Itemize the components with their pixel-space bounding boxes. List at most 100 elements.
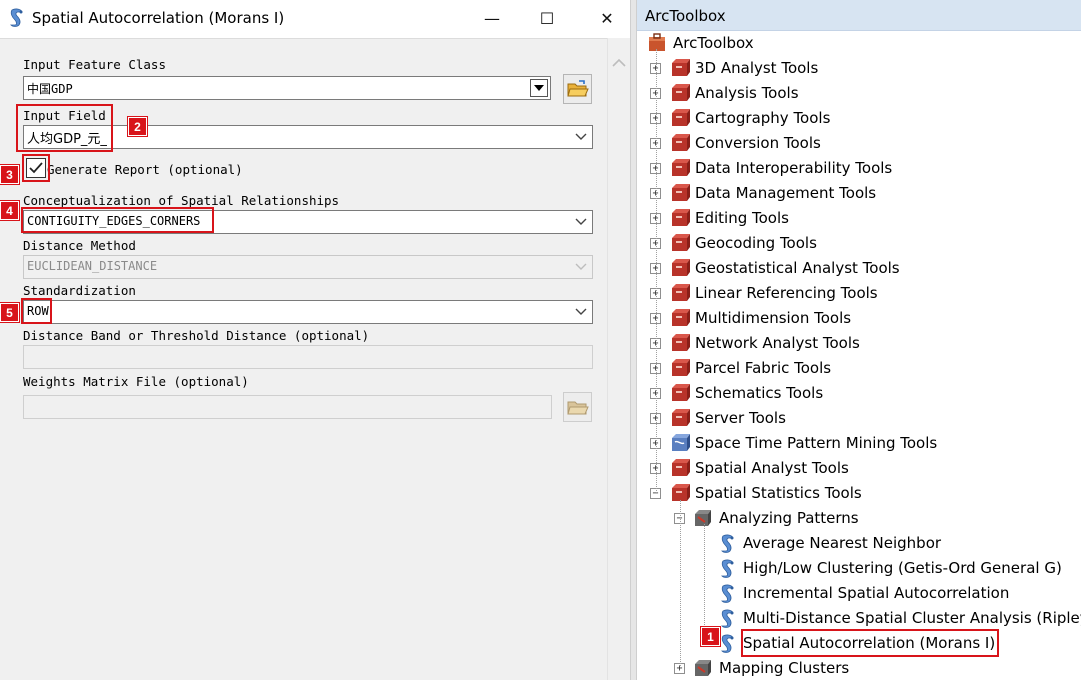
toolset-14-label: Server Tools — [695, 409, 786, 427]
toolset-10-label: Multidimension Tools — [695, 309, 852, 327]
chevron-down-icon[interactable] — [574, 216, 588, 228]
dialog-titlebar[interactable]: Spatial Autocorrelation (Morans I) — ☐ ✕ — [0, 0, 630, 38]
tool-4-label: Spatial Autocorrelation (Morans I) — [743, 634, 996, 652]
subgroup-analyzing-patterns-label: Analyzing Patterns — [719, 509, 859, 527]
conceptualization-combo[interactable]: CONTIGUITY_EDGES_CORNERS — [23, 210, 593, 234]
toolset-9[interactable]: + Linear Referencing Tools — [637, 281, 1081, 305]
toolset-icon — [672, 84, 690, 101]
toolset-icon — [672, 309, 690, 326]
toolset-10[interactable]: + Multidimension Tools — [637, 306, 1081, 330]
annotation-badge-2: 2 — [128, 117, 147, 136]
script-tool-icon — [721, 634, 734, 653]
toolset-icon — [672, 434, 690, 451]
toolset-7[interactable]: + Geocoding Tools — [637, 231, 1081, 255]
tool-dialog: Spatial Autocorrelation (Morans I) — ☐ ✕… — [0, 0, 630, 680]
toolset-11-label: Network Analyst Tools — [695, 334, 860, 352]
chevron-down-icon — [575, 263, 587, 270]
open-folder-icon — [566, 401, 589, 415]
toolset-6[interactable]: + Editing Tools — [637, 206, 1081, 230]
toolset-icon — [672, 184, 690, 201]
toolset-icon — [672, 334, 690, 351]
script-tool-icon — [721, 584, 734, 603]
toolset-icon — [672, 209, 690, 226]
toolset-icon — [672, 384, 690, 401]
toolset-8[interactable]: + Geostatistical Analyst Tools — [637, 256, 1081, 280]
browse-feature-class-button[interactable] — [563, 74, 592, 104]
minimize-icon: — — [484, 8, 500, 28]
toolset-11[interactable]: + Network Analyst Tools — [637, 331, 1081, 355]
maximize-button[interactable]: ☐ — [524, 0, 570, 36]
toolset-icon — [672, 109, 690, 126]
dialog-scrollbar[interactable] — [607, 38, 630, 680]
weights-matrix-input[interactable] — [23, 395, 552, 419]
toolset-4-label: Data Interoperability Tools — [695, 159, 893, 177]
chevron-down-icon[interactable] — [574, 131, 588, 143]
distance-method-value: EUCLIDEAN_DISTANCE — [27, 259, 158, 273]
generate-report-label: Generate Report (optional) — [47, 162, 243, 177]
toolset-13-label: Schematics Tools — [695, 384, 824, 402]
script-tool-icon — [721, 609, 734, 628]
toolset-12[interactable]: + Parcel Fabric Tools — [637, 356, 1081, 380]
pane-splitter[interactable] — [630, 0, 637, 680]
toolset-5-label: Data Management Tools — [695, 184, 877, 202]
distance-method-combo: EUCLIDEAN_DISTANCE — [23, 255, 593, 279]
toolset-icon — [672, 459, 690, 476]
toolset-6-label: Editing Tools — [695, 209, 789, 227]
tool-3-label: Multi-Distance Spatial Cluster Analysis … — [743, 609, 1081, 627]
standardization-combo[interactable]: ROW — [23, 300, 593, 324]
subgroup-mapping-clusters-label: Mapping Clusters — [719, 659, 850, 677]
tree-guide-line — [704, 524, 705, 637]
toolset-4[interactable]: + Data Interoperability Tools — [637, 156, 1081, 180]
browse-weights-matrix-button — [563, 392, 592, 422]
distance-band-label: Distance Band or Threshold Distance (opt… — [23, 328, 370, 343]
standardization-value: ROW — [27, 304, 49, 318]
toolset-16-label: Spatial Analyst Tools — [695, 459, 849, 477]
close-button[interactable]: ✕ — [584, 0, 630, 36]
tree-root-arctoolbox[interactable]: ArcToolbox — [637, 31, 1081, 55]
arctoolbox-panel: ArcToolbox ArcToolbox +3D Analyst Tools + A… — [637, 0, 1081, 680]
close-icon: ✕ — [600, 8, 614, 28]
dialog-title: Spatial Autocorrelation (Morans I) — [32, 9, 285, 27]
distance-band-input[interactable] — [23, 345, 593, 369]
input-feature-class-label: Input Feature Class — [23, 57, 166, 72]
annotation-badge-3: 3 — [0, 165, 19, 184]
toolset-14[interactable]: + Server Tools — [637, 406, 1081, 430]
triangle-down-icon — [534, 84, 544, 91]
toolset-17[interactable]: − Spatial Statistics Tools — [637, 481, 1081, 505]
toolset-17-label: Spatial Statistics Tools — [695, 484, 862, 502]
toolbox-icon — [649, 33, 665, 51]
annotation-badge-1: 1 — [701, 627, 720, 646]
toolset-0[interactable]: +3D Analyst Tools — [637, 56, 1081, 80]
maximize-icon: ☐ — [539, 8, 555, 28]
toolset-15-label: Space Time Pattern Mining Tools — [695, 434, 938, 452]
toolset-13[interactable]: + Schematics Tools — [637, 381, 1081, 405]
toolset-icon — [672, 359, 690, 376]
toolset-0-label: 3D Analyst Tools — [695, 59, 819, 77]
checkmark-icon — [29, 162, 43, 174]
toolset-9-label: Linear Referencing Tools — [695, 284, 878, 302]
toolset-2[interactable]: + Cartography Tools — [637, 106, 1081, 130]
subgroup-mapping-clusters[interactable]: + Mapping Clusters — [637, 656, 1081, 680]
toolset-16[interactable]: + Spatial Analyst Tools — [637, 456, 1081, 480]
toolset-1-label: Analysis Tools — [695, 84, 799, 102]
toolset-15[interactable]: + Space Time Pattern Mining Tools — [637, 431, 1081, 455]
toolset-icon — [672, 234, 690, 251]
scroll-up-icon[interactable] — [612, 58, 626, 68]
input-feature-class-combo[interactable]: 中国GDP — [23, 76, 551, 100]
arctoolbox-header-title: ArcToolbox — [645, 7, 726, 25]
toolset-3[interactable]: + Conversion Tools — [637, 131, 1081, 155]
tool-2-label: Incremental Spatial Autocorrelation — [743, 584, 1010, 602]
chevron-down-icon[interactable] — [574, 306, 588, 318]
toolset-1[interactable]: + Analysis Tools — [637, 81, 1081, 105]
toolset-5[interactable]: + Data Management Tools — [637, 181, 1081, 205]
dropdown-button[interactable] — [530, 79, 548, 97]
open-folder-icon — [566, 80, 589, 97]
minimize-button[interactable]: — — [469, 0, 515, 36]
conceptualization-value: CONTIGUITY_EDGES_CORNERS — [27, 214, 201, 228]
tree-guide-line — [680, 500, 681, 668]
generate-report-checkbox[interactable] — [26, 158, 46, 178]
input-field-combo[interactable]: 人均GDP_元_ — [23, 125, 593, 149]
script-tool-icon — [721, 559, 734, 578]
toolset-2-label: Cartography Tools — [695, 109, 831, 127]
tree-guide-line — [656, 49, 657, 493]
